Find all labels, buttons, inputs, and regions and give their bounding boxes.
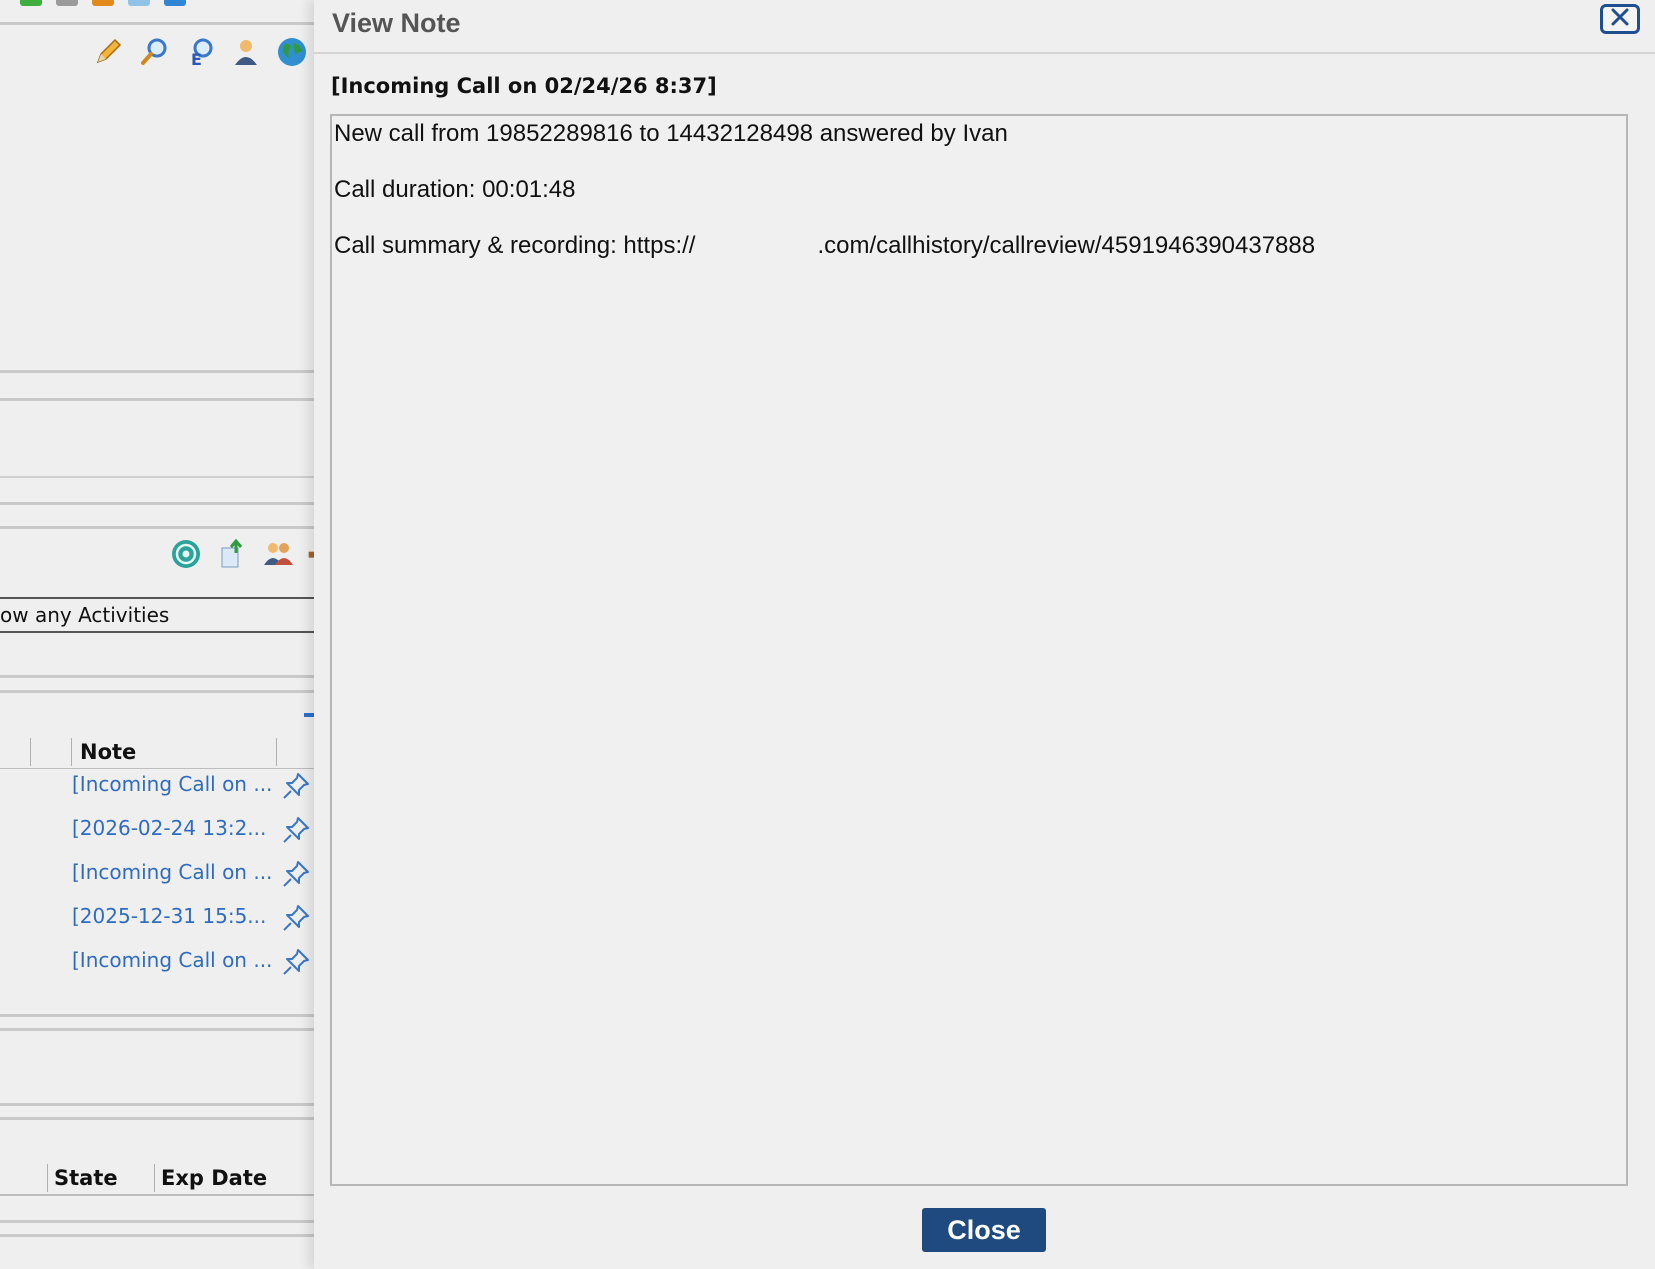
note-link[interactable]: [Incoming Call on ...	[72, 772, 272, 796]
column-separator	[47, 1164, 48, 1192]
column-separator	[276, 738, 277, 766]
note-row[interactable]: [Incoming Call on ...	[72, 856, 314, 896]
column-separator	[30, 738, 31, 766]
divider	[0, 1234, 314, 1237]
pin-icon[interactable]	[280, 770, 312, 802]
magnifier-icon[interactable]	[138, 36, 170, 68]
dialog-close-button[interactable]	[1600, 4, 1640, 34]
background-app: E ow any Activities Note [Incoming Call …	[0, 0, 314, 1269]
dialog-title: View Note	[332, 8, 461, 38]
blue-app-icon[interactable]	[164, 0, 186, 6]
pencil-icon[interactable]	[92, 36, 124, 68]
svg-text:E: E	[191, 50, 202, 67]
note-link[interactable]: [Incoming Call on ...	[72, 860, 272, 884]
notes-grid-header: Note	[0, 734, 314, 769]
divider	[0, 1103, 314, 1106]
divider	[0, 690, 314, 693]
mail-icon[interactable]	[128, 0, 150, 6]
state-column-header[interactable]: State	[54, 1166, 118, 1190]
note-link[interactable]: [2025-12-31 15:5...	[72, 904, 266, 928]
title-divider	[314, 52, 1655, 54]
close-icon	[1610, 8, 1630, 30]
pin-icon[interactable]	[280, 902, 312, 934]
divider	[0, 675, 314, 678]
lower-grid-header: State Exp Date	[0, 1160, 314, 1196]
people-icon[interactable]	[262, 538, 294, 570]
note-body[interactable]: New call from 19852289816 to 14432128498…	[330, 114, 1628, 1186]
divider	[0, 1014, 314, 1017]
view-note-dialog: View Note [Incoming Call on 02/24/26 8:3…	[314, 0, 1655, 1269]
summary-url-prefix: Call summary & recording: https://	[334, 232, 696, 259]
collapse-icon[interactable]	[304, 713, 314, 717]
divider	[0, 1117, 314, 1120]
call-summary-line: Call summary & recording: https:// .com/c…	[334, 232, 1315, 260]
pin-icon[interactable]	[280, 814, 312, 846]
divider	[0, 476, 314, 478]
zoom-e-icon[interactable]: E	[184, 36, 216, 68]
divider	[0, 398, 314, 401]
column-separator	[154, 1164, 155, 1192]
summary-url-suffix: .com/callhistory/callreview/459194639043…	[817, 232, 1316, 259]
divider	[0, 502, 314, 505]
note-row[interactable]: [2026-02-24 13:2...	[72, 812, 314, 852]
globe-icon[interactable]	[276, 36, 308, 68]
top-strip-icons	[20, 0, 186, 6]
green-status-icon[interactable]	[20, 0, 42, 6]
note-row[interactable]: [2025-12-31 15:5...	[72, 900, 314, 940]
divider	[0, 1028, 314, 1031]
call-duration-line: Call duration: 00:01:48	[334, 176, 576, 203]
pin-icon[interactable]	[280, 946, 312, 978]
note-row[interactable]: [Incoming Call on ...	[72, 944, 314, 984]
activity-filter-select[interactable]: ow any Activities	[0, 597, 314, 633]
exp-date-column-header[interactable]: Exp Date	[161, 1166, 267, 1190]
contact-icon[interactable]	[230, 36, 262, 68]
target-icon[interactable]	[170, 538, 202, 570]
folder-icon[interactable]	[92, 0, 114, 6]
contact-toolbar: E	[92, 36, 308, 68]
note-column-header[interactable]: Note	[80, 740, 136, 764]
activity-toolbar	[170, 538, 314, 570]
note-link[interactable]: [Incoming Call on ...	[72, 948, 272, 972]
divider	[0, 370, 314, 373]
activity-filter-value: ow any Activities	[0, 603, 170, 627]
note-row[interactable]: [Incoming Call on ...	[72, 768, 314, 808]
note-heading: [Incoming Call on 02/24/26 8:37]	[331, 74, 717, 98]
divider	[0, 526, 314, 529]
call-from-line: New call from 19852289816 to 14432128498…	[334, 120, 1008, 147]
pin-icon[interactable]	[280, 858, 312, 890]
column-separator	[71, 738, 72, 766]
divider	[0, 22, 314, 25]
upload-doc-icon[interactable]	[216, 538, 248, 570]
gray-status-icon[interactable]	[56, 0, 78, 6]
divider	[0, 1220, 314, 1223]
close-button[interactable]: Close	[922, 1208, 1046, 1252]
note-link[interactable]: [2026-02-24 13:2...	[72, 816, 266, 840]
